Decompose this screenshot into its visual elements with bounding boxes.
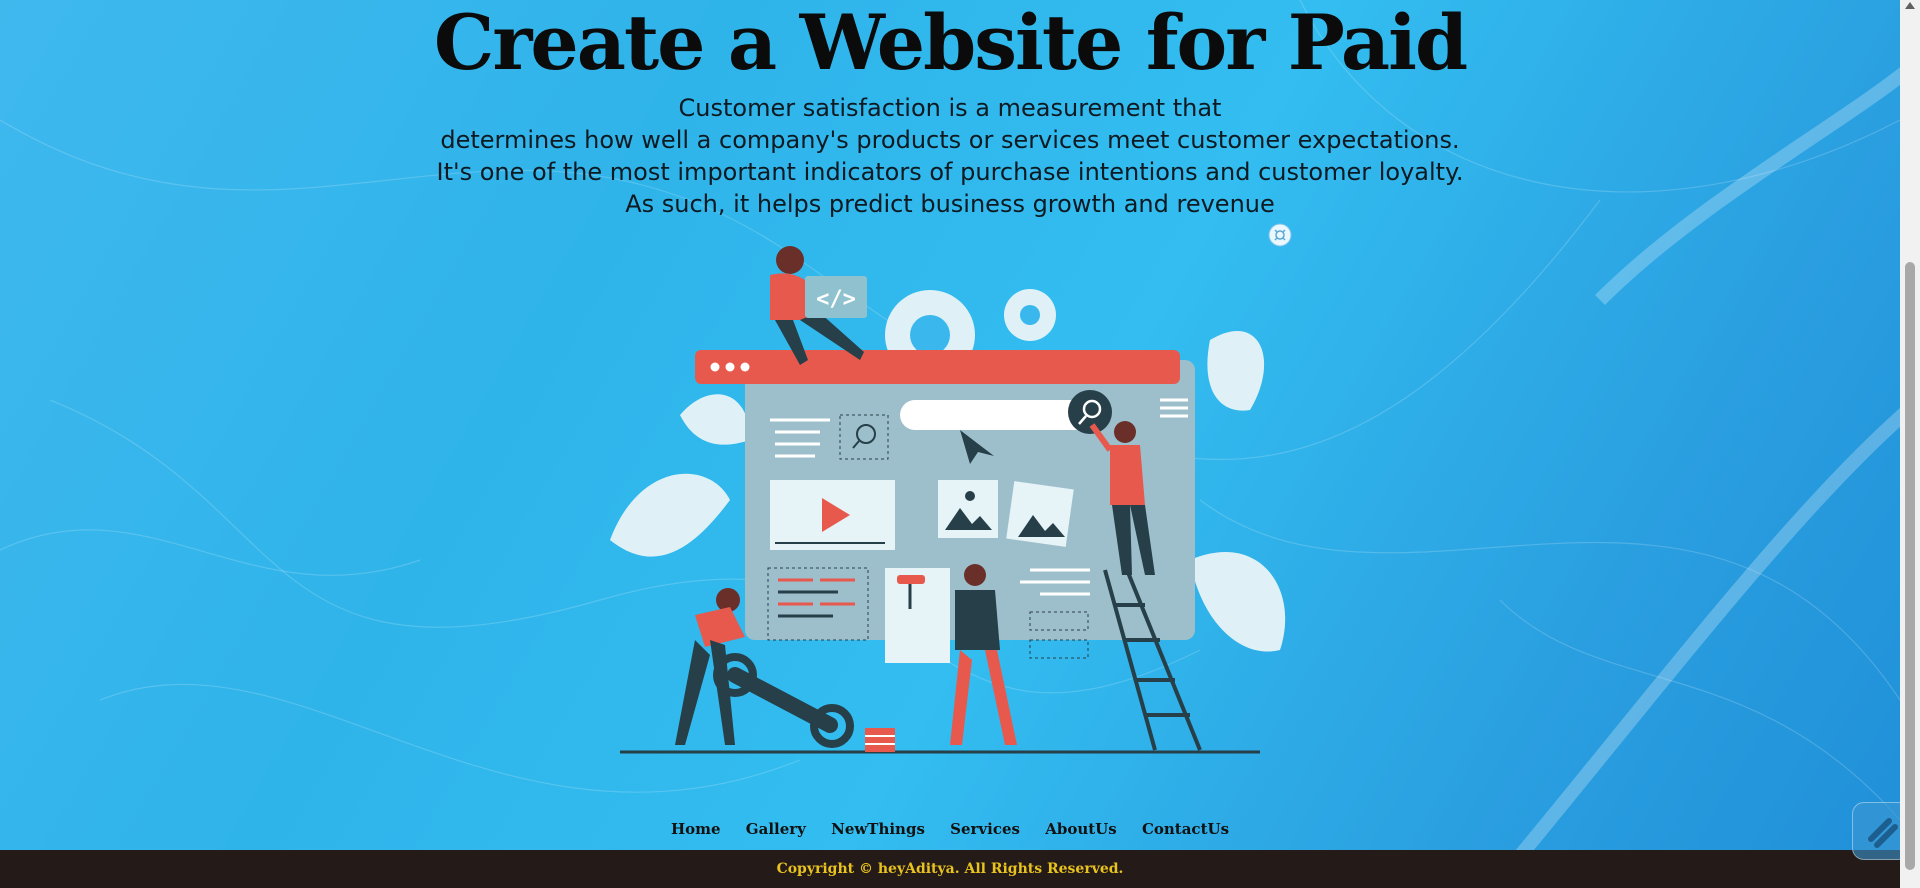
leaf-left-small (680, 394, 750, 445)
description-line: As such, it helps predict business growt… (625, 190, 1275, 218)
nav-link-aboutus[interactable]: AboutUs (1045, 820, 1117, 838)
description-line: It's one of the most important indicator… (436, 158, 1464, 186)
copyright-text: Copyright © heyAditya. All Rights Reserv… (776, 861, 1124, 877)
page-title: Create a Website for Paid (433, 0, 1468, 87)
main-content: Create a Website for Paid Customer satis… (0, 0, 1900, 850)
browser-header (695, 350, 1180, 384)
leaf-left (610, 473, 730, 557)
website-building-illustration: </> (610, 246, 1286, 754)
vertical-scrollbar[interactable] (1900, 0, 1920, 888)
nav-link-home[interactable]: Home (671, 820, 721, 838)
image-icon (1006, 481, 1074, 547)
nav-link-newthings[interactable]: NewThings (831, 820, 925, 838)
nav-link-contactus[interactable]: ContactUs (1142, 820, 1229, 838)
scrollbar-thumb[interactable] (1905, 262, 1915, 870)
code-tag-icon: </> (816, 287, 856, 312)
copyright-footer: Copyright © heyAditya. All Rights Reserv… (0, 850, 1900, 888)
description-line: determines how well a company's products… (440, 126, 1460, 154)
search-icon (1068, 390, 1112, 434)
scroll-up-arrow-icon[interactable] (1905, 2, 1915, 9)
person-sitting: </> (770, 246, 867, 365)
nav-link-gallery[interactable]: Gallery (746, 820, 806, 838)
leaf-right-bottom (1190, 552, 1286, 652)
nav-link-services[interactable]: Services (950, 820, 1020, 838)
leaf-right-top (1207, 330, 1265, 411)
description-line: Customer satisfaction is a measurement t… (678, 94, 1222, 122)
hero-description: Customer satisfaction is a measurement t… (0, 92, 1900, 220)
footer-navigation: Home Gallery NewThings Services AboutUs … (0, 820, 1900, 838)
